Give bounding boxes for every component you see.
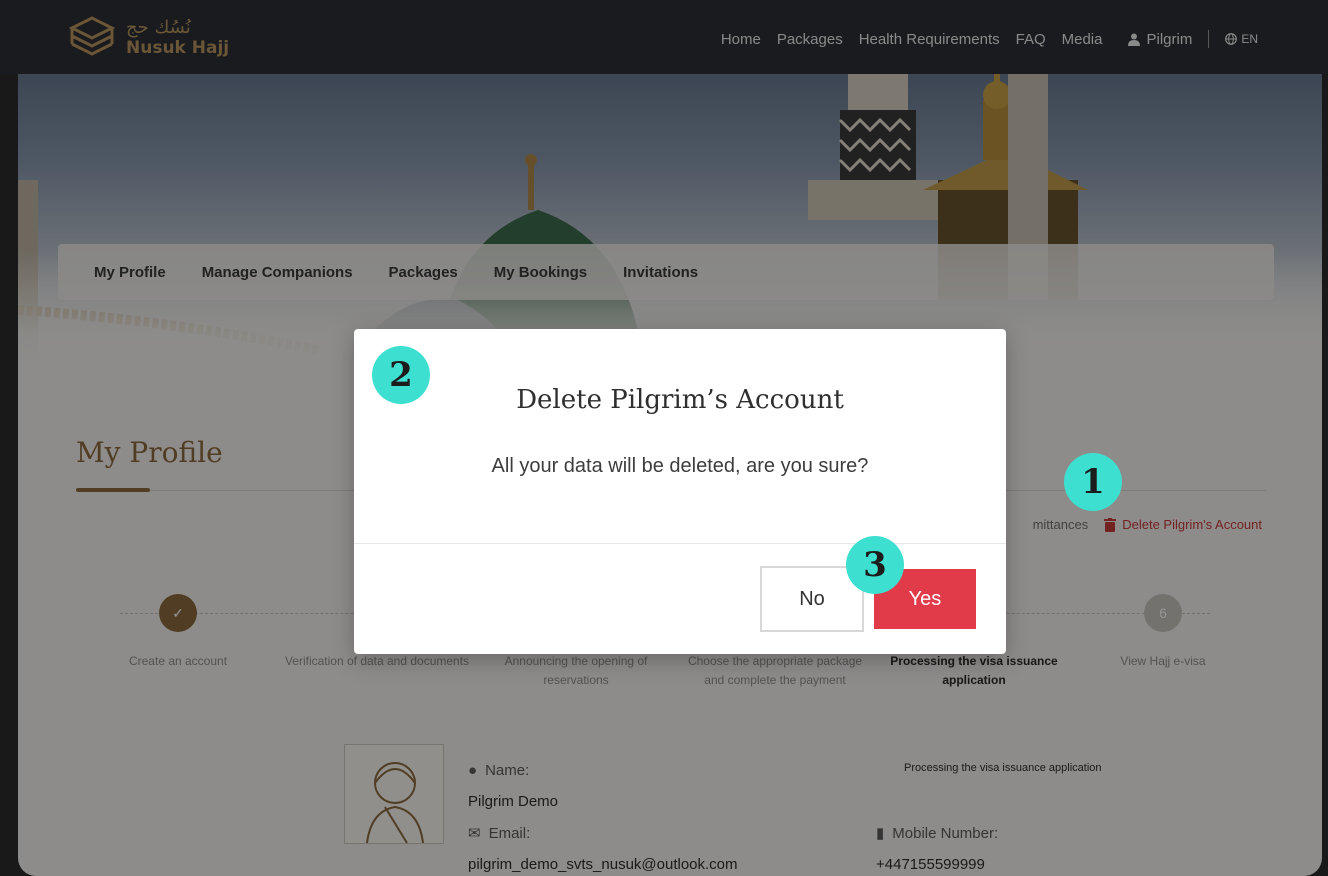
- delete-account-dialog: Delete Pilgrim’s Account All your data w…: [354, 329, 1006, 654]
- dialog-message: All your data will be deleted, are you s…: [491, 455, 869, 477]
- dialog-title: Delete Pilgrim’s Account: [516, 385, 844, 415]
- step-badge-1: 1: [1064, 453, 1122, 511]
- step-badge-2: 2: [372, 346, 430, 404]
- dialog-divider: [354, 543, 1006, 544]
- step-badge-3: 3: [846, 536, 904, 594]
